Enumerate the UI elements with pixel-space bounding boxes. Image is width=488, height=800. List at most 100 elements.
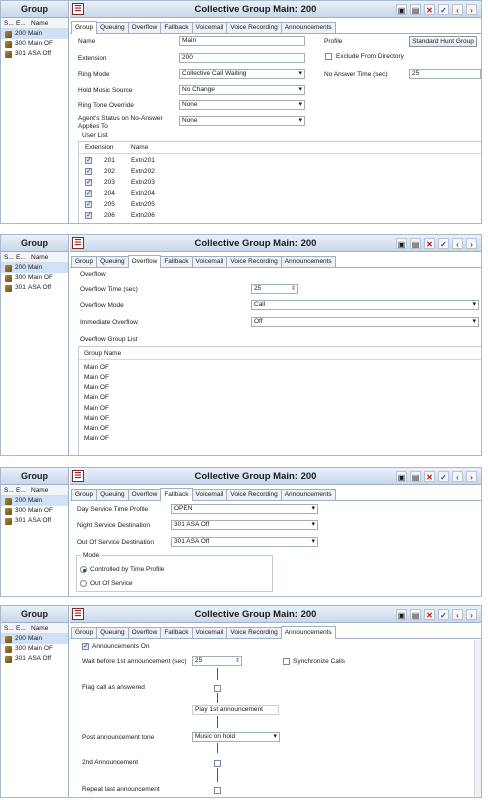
delete-icon[interactable]: ✕ xyxy=(424,609,435,620)
ok-icon[interactable]: ✓ xyxy=(438,4,449,15)
exclude-directory-checkbox[interactable] xyxy=(325,53,332,60)
ring-mode-select[interactable]: Collective Call Waiting xyxy=(179,69,305,79)
menu-icon[interactable]: ☰ xyxy=(72,608,84,620)
col-name[interactable]: Name xyxy=(28,252,48,262)
extension-input[interactable]: 200 xyxy=(179,53,305,63)
user-checkbox[interactable] xyxy=(85,167,92,175)
immediate-overflow-select[interactable]: Off xyxy=(251,317,479,327)
day-service-select[interactable]: OPEN xyxy=(171,504,318,514)
next-icon[interactable]: › xyxy=(466,238,477,249)
user-checkbox[interactable] xyxy=(85,200,92,208)
group-row-301[interactable]: 301 ASA Off xyxy=(1,49,68,59)
overflow-group-row[interactable]: Main OF xyxy=(84,425,109,432)
out-of-service-select[interactable]: 301 ASA Off xyxy=(171,537,318,547)
repeat-last-checkbox[interactable] xyxy=(214,787,221,794)
tab-group[interactable]: Group xyxy=(71,256,98,267)
tab-voicemail[interactable]: Voicemail xyxy=(191,627,228,638)
tab-group[interactable]: Group xyxy=(71,21,98,34)
user-checkbox[interactable] xyxy=(85,156,92,164)
group-row-300[interactable]: 300 Main OF xyxy=(1,273,68,283)
tab-queuing[interactable]: Queuing xyxy=(96,627,129,638)
tab-group[interactable]: Group xyxy=(71,489,98,500)
overflow-group-row[interactable]: Main OF xyxy=(84,394,109,401)
delete-icon[interactable]: ✕ xyxy=(424,4,435,15)
tab-queuing[interactable]: Queuing xyxy=(96,256,129,267)
save-icon[interactable]: ▤ xyxy=(410,609,421,620)
tab-voicemail[interactable]: Voicemail xyxy=(191,256,228,267)
prev-icon[interactable]: ‹ xyxy=(452,4,463,15)
col-ext[interactable]: E... xyxy=(13,485,28,495)
user-checkbox[interactable] xyxy=(85,211,92,219)
overflow-group-row[interactable]: Main OF xyxy=(84,364,109,371)
tab-announcements[interactable]: Announcements xyxy=(280,256,336,267)
group-row-300[interactable]: 300 Main OF xyxy=(1,506,68,516)
tab-overflow[interactable]: Overflow xyxy=(127,489,162,500)
user-checkbox[interactable] xyxy=(85,178,92,186)
overflow-mode-select[interactable]: Call xyxy=(251,300,479,310)
tab-overflow[interactable]: Overflow xyxy=(127,627,162,638)
col-ext[interactable]: E... xyxy=(13,252,28,262)
group-row-200[interactable]: 200 Main xyxy=(1,29,68,39)
tab-announcements[interactable]: Announcements xyxy=(280,22,336,33)
group-row-300[interactable]: 300 Main OF xyxy=(1,39,68,49)
tab-queuing[interactable]: Queuing xyxy=(96,22,129,33)
hold-music-select[interactable]: No Change xyxy=(179,85,305,95)
tab-fallback[interactable]: Fallback xyxy=(160,627,193,638)
ok-icon[interactable]: ✓ xyxy=(438,609,449,620)
synchronize-calls-checkbox[interactable] xyxy=(283,658,290,665)
name-input[interactable]: Main xyxy=(179,36,305,46)
save-icon[interactable]: ▤ xyxy=(410,4,421,15)
group-row-200[interactable]: 200 Main xyxy=(1,263,68,273)
vertical-scrollbar[interactable] xyxy=(474,640,481,797)
tab-announcements[interactable]: Announcements xyxy=(280,489,336,500)
tab-voice-recording[interactable]: Voice Recording xyxy=(226,489,282,500)
flag-answered-checkbox[interactable] xyxy=(214,685,221,692)
tab-group[interactable]: Group xyxy=(71,627,98,638)
tab-voicemail[interactable]: Voicemail xyxy=(191,489,228,500)
group-row-301[interactable]: 301 ASA Off xyxy=(1,654,68,664)
group-row-301[interactable]: 301 ASA Off xyxy=(1,283,68,293)
tab-fallback[interactable]: Fallback xyxy=(160,256,193,267)
user-col-extension[interactable]: Extension xyxy=(85,144,114,151)
menu-icon[interactable]: ☰ xyxy=(72,237,84,249)
group-row-301[interactable]: 301 ASA Off xyxy=(1,516,68,526)
col-status[interactable]: S... xyxy=(1,623,14,633)
overflow-group-row[interactable]: Main OF xyxy=(84,384,109,391)
group-row-200[interactable]: 200 Main xyxy=(1,496,68,506)
col-ext[interactable]: E... xyxy=(13,18,28,28)
play-first-announcement[interactable]: Play 1st announcement xyxy=(192,705,279,715)
wait-spinner[interactable]: 25 xyxy=(192,656,242,666)
overflow-group-row[interactable]: Main OF xyxy=(84,374,109,381)
prev-icon[interactable]: ‹ xyxy=(452,609,463,620)
second-announcement-checkbox[interactable] xyxy=(214,760,221,767)
export-icon[interactable]: ▣ xyxy=(396,471,407,482)
col-ext[interactable]: E... xyxy=(13,623,28,633)
delete-icon[interactable]: ✕ xyxy=(424,238,435,249)
overflow-group-row[interactable]: Main OF xyxy=(84,415,109,422)
group-row-300[interactable]: 300 Main OF xyxy=(1,644,68,654)
prev-icon[interactable]: ‹ xyxy=(452,471,463,482)
export-icon[interactable]: ▣ xyxy=(396,4,407,15)
tab-voice-recording[interactable]: Voice Recording xyxy=(226,256,282,267)
night-service-select[interactable]: 301 ASA Off xyxy=(171,520,318,530)
tab-fallback[interactable]: Fallback xyxy=(160,488,193,501)
tab-fallback[interactable]: Fallback xyxy=(160,22,193,33)
col-name[interactable]: Name xyxy=(28,485,48,495)
user-col-name[interactable]: Name xyxy=(131,144,148,151)
export-icon[interactable]: ▣ xyxy=(396,609,407,620)
ring-tone-select[interactable]: None xyxy=(179,100,305,110)
menu-icon[interactable]: ☰ xyxy=(72,470,84,482)
ok-icon[interactable]: ✓ xyxy=(438,238,449,249)
user-checkbox[interactable] xyxy=(85,189,92,197)
group-row-200[interactable]: 200 Main xyxy=(1,634,68,644)
radio-out-of-service[interactable] xyxy=(80,580,87,587)
col-name[interactable]: Name xyxy=(28,18,48,28)
save-icon[interactable]: ▤ xyxy=(410,238,421,249)
post-tone-select[interactable]: Music on hold xyxy=(192,732,280,742)
col-name[interactable]: Name xyxy=(28,623,48,633)
col-status[interactable]: S... xyxy=(1,252,14,262)
col-status[interactable]: S... xyxy=(1,485,14,495)
next-icon[interactable]: › xyxy=(466,471,477,482)
agent-status-select[interactable]: None xyxy=(179,116,305,126)
next-icon[interactable]: › xyxy=(466,4,477,15)
